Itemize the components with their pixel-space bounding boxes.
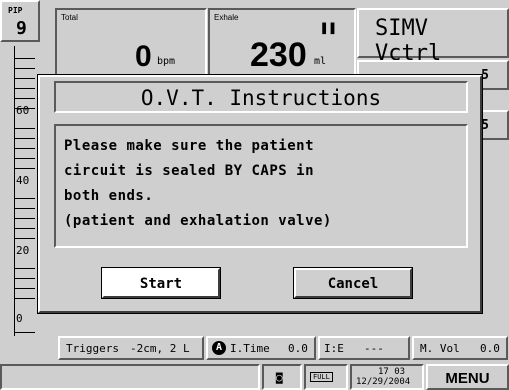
triggers-parameter[interactable]: Triggers -2cm, 2 L [58,336,204,360]
minute-volume-parameter[interactable]: M. Vol 0.0 [412,336,508,360]
start-button-label: Start [139,276,183,292]
date-display: 12/29/2004 [356,377,411,387]
triggers-value: -2cm, 2 L [130,342,190,355]
cancel-button-label: Cancel [327,276,379,292]
mvol-label: M. Vol [420,342,460,355]
mode-label: SIMV Vctrl [375,16,442,66]
screenshot-button[interactable]: ◙ [262,364,302,390]
message-line: Please make sure the patient [64,138,315,154]
battery-icon: FULL [310,372,333,382]
scale-label: 0 [16,312,23,325]
pip-label: PIP [8,6,23,15]
triggers-label: Triggers [66,342,119,355]
dialog-message-box: Please make sure the patient circuit is … [54,124,468,248]
itime-label: I.Time [230,342,270,355]
total-value: 0 [135,40,152,73]
exhale-value: 230 [250,36,307,74]
scale-label: 40 [16,174,30,187]
total-rate-panel: Total 0 bpm [55,8,207,76]
cancel-button[interactable]: Cancel [293,267,413,299]
time-display: 17 03 [378,367,406,377]
message-line: circuit is sealed BY CAPS in [64,163,315,179]
scale-label: 20 [16,244,30,257]
total-label: Total [61,13,78,22]
ovt-instructions-dialog: O.V.T. Instructions Please make sure the… [37,74,483,314]
total-unit: bpm [157,56,176,67]
pip-indicator: PIP 9 [0,0,40,42]
exhale-volume-panel: Exhale ❚❚ 230 ml [208,8,356,76]
status-message-area [0,364,260,390]
menu-button[interactable]: MENU [426,364,509,390]
date-time-display: 17 03 12/29/2004 [350,364,424,390]
side-parameter-value: 5 [481,118,489,133]
ventilation-mode-button[interactable]: SIMV Vctrl [357,8,509,66]
message-line: both ends. [64,188,154,204]
camera-icon: ◙ [276,371,283,384]
menu-label: MENU [445,370,490,387]
message-line: (patient and exhalation valve) [64,213,332,229]
inspiratory-time-parameter[interactable]: A I.Time 0.0 [206,336,316,360]
scale-label: 60 [16,104,30,117]
mvol-value: 0.0 [480,342,500,355]
ie-label: I:E [324,342,344,355]
pip-value: 9 [16,18,27,39]
dialog-title-bar: O.V.T. Instructions [54,81,468,113]
battery-status: FULL [304,364,348,390]
ie-value: --- [364,342,384,355]
pause-icon: ❚❚ [320,20,337,36]
exhale-unit: ml [314,56,327,67]
start-button[interactable]: Start [101,267,221,299]
dialog-title: O.V.T. Instructions [140,86,382,110]
side-parameter-value: 5 [481,68,489,83]
itime-value: 0.0 [288,342,308,355]
pressure-scale: 60 40 20 0 [5,46,37,336]
lock-icon: A [212,341,226,355]
ie-ratio-parameter[interactable]: I:E --- [318,336,410,360]
exhale-label: Exhale [214,13,239,22]
